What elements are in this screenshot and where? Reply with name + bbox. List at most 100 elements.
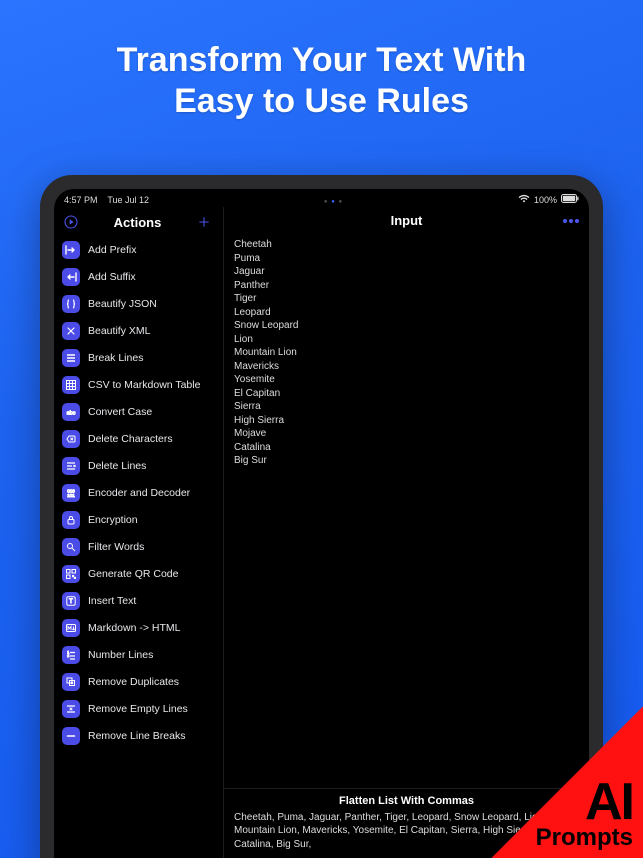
sidebar-item-label: Remove Empty Lines xyxy=(88,703,188,715)
input-line: Yosemite xyxy=(234,373,579,387)
sidebar: Actions Add Prefix Add Suffix Beautify JSO… xyxy=(54,207,224,858)
action-list: Add Prefix Add Suffix Beautify JSON Beautif… xyxy=(54,237,223,858)
sidebar-item-label: Encryption xyxy=(88,514,138,526)
empty-x-icon xyxy=(62,700,80,718)
add-action-icon[interactable] xyxy=(195,213,213,231)
table-icon xyxy=(62,376,80,394)
screen: 4:57 PM Tue Jul 12 ● ● ● 100% xyxy=(54,189,589,858)
sidebar-item[interactable]: Break Lines xyxy=(54,345,223,372)
result-body: Cheetah, Puma, Jaguar, Panther, Tiger, L… xyxy=(234,811,579,852)
marketing-headline: Transform Your Text With Easy to Use Rul… xyxy=(0,40,643,122)
sidebar-item[interactable]: abc Convert Case xyxy=(54,399,223,426)
svg-text:abc: abc xyxy=(67,411,76,417)
headline-line-1: Transform Your Text With xyxy=(117,41,527,79)
insert-icon: T xyxy=(62,592,80,610)
sidebar-item[interactable]: Add Suffix xyxy=(54,264,223,291)
more-icon[interactable] xyxy=(561,219,579,223)
m-down-icon xyxy=(62,619,80,637)
lines-icon xyxy=(62,349,80,367)
input-line: Panther xyxy=(234,279,579,293)
input-line: Sierra xyxy=(234,400,579,414)
sidebar-item-label: Add Suffix xyxy=(88,271,136,283)
sidebar-item-label: Delete Characters xyxy=(88,433,173,445)
input-line: Snow Leopard xyxy=(234,319,579,333)
arrow-right-bar-icon xyxy=(62,241,80,259)
sidebar-item[interactable]: 12 Number Lines xyxy=(54,642,223,669)
sidebar-item[interactable]: CSV to Markdown Table xyxy=(54,372,223,399)
sidebar-item-label: Insert Text xyxy=(88,595,136,607)
braces-icon xyxy=(62,295,80,313)
sidebar-item-label: Markdown -> HTML xyxy=(88,622,180,634)
delete-char-icon xyxy=(62,430,80,448)
sidebar-item-label: Remove Duplicates xyxy=(88,676,179,688)
qrcode-icon xyxy=(62,565,80,583)
svg-text:101: 101 xyxy=(67,493,75,498)
status-date: Tue Jul 12 xyxy=(107,195,149,205)
sidebar-item-label: Generate QR Code xyxy=(88,568,178,580)
headline-line-2: Easy to Use Rules xyxy=(0,81,643,122)
sidebar-item-label: Break Lines xyxy=(88,352,143,364)
input-line: Tiger xyxy=(234,292,579,306)
input-line: Leopard xyxy=(234,306,579,320)
input-text-area[interactable]: CheetahPumaJaguarPantherTigerLeopardSnow… xyxy=(224,234,589,788)
sidebar-item[interactable]: Filter Words xyxy=(54,534,223,561)
sidebar-item-label: Beautify JSON xyxy=(88,298,157,310)
input-line: Puma xyxy=(234,252,579,266)
device-frame: 4:57 PM Tue Jul 12 ● ● ● 100% xyxy=(40,175,603,858)
input-line: Mountain Lion xyxy=(234,346,579,360)
input-line: El Capitan xyxy=(234,387,579,401)
result-title: Flatten List With Commas xyxy=(234,795,579,807)
run-icon[interactable] xyxy=(62,213,80,231)
sidebar-item-label: Number Lines xyxy=(88,649,153,661)
wifi-icon xyxy=(518,194,530,205)
binary-icon: 010101 xyxy=(62,484,80,502)
sidebar-item[interactable]: Beautify JSON xyxy=(54,291,223,318)
input-line: Mojave xyxy=(234,427,579,441)
sidebar-item-label: CSV to Markdown Table xyxy=(88,379,200,391)
svg-text:T: T xyxy=(69,599,73,605)
result-section: Flatten List With Commas Cheetah, Puma, … xyxy=(224,788,589,858)
sidebar-item-label: Remove Line Breaks xyxy=(88,730,185,742)
sidebar-item[interactable]: T Insert Text xyxy=(54,588,223,615)
minus-icon xyxy=(62,727,80,745)
sidebar-item-label: Filter Words xyxy=(88,541,144,553)
sidebar-item[interactable]: Encryption xyxy=(54,507,223,534)
sidebar-item-label: Beautify XML xyxy=(88,325,150,337)
dup-x-icon xyxy=(62,673,80,691)
sidebar-item-label: Encoder and Decoder xyxy=(88,487,190,499)
sidebar-item[interactable]: Delete Characters xyxy=(54,426,223,453)
multitask-dots-icon: ● ● ● xyxy=(324,199,343,205)
sidebar-item[interactable]: Add Prefix xyxy=(54,237,223,264)
input-line: High Sierra xyxy=(234,414,579,428)
abc-icon: abc xyxy=(62,403,80,421)
sidebar-title: Actions xyxy=(114,215,162,230)
main-title: Input xyxy=(252,213,561,228)
input-line: Big Sur xyxy=(234,454,579,468)
filter-icon xyxy=(62,538,80,556)
number-list-icon: 12 xyxy=(62,646,80,664)
arrow-left-bar-icon xyxy=(62,268,80,286)
lock-icon xyxy=(62,511,80,529)
status-bar: 4:57 PM Tue Jul 12 ● ● ● 100% xyxy=(54,189,589,207)
sidebar-item-label: Delete Lines xyxy=(88,460,146,472)
sidebar-item[interactable]: Beautify XML xyxy=(54,318,223,345)
sidebar-item[interactable]: Remove Empty Lines xyxy=(54,696,223,723)
input-line: Cheetah xyxy=(234,238,579,252)
sidebar-item[interactable]: 010101 Encoder and Decoder xyxy=(54,480,223,507)
svg-text:2: 2 xyxy=(67,654,69,658)
sidebar-item[interactable]: Delete Lines xyxy=(54,453,223,480)
battery-icon xyxy=(561,194,579,205)
battery-percent: 100% xyxy=(534,195,557,205)
input-line: Mavericks xyxy=(234,360,579,374)
main-pane: Input CheetahPumaJaguarPantherTigerLeopa… xyxy=(224,207,589,858)
sidebar-item[interactable]: Remove Line Breaks xyxy=(54,723,223,750)
delete-lines-icon xyxy=(62,457,80,475)
sidebar-item-label: Convert Case xyxy=(88,406,152,418)
sidebar-item[interactable]: Markdown -> HTML xyxy=(54,615,223,642)
sidebar-item-label: Add Prefix xyxy=(88,244,136,256)
input-line: Lion xyxy=(234,333,579,347)
tag-icon xyxy=(62,322,80,340)
sidebar-item[interactable]: Generate QR Code xyxy=(54,561,223,588)
input-line: Catalina xyxy=(234,441,579,455)
sidebar-item[interactable]: Remove Duplicates xyxy=(54,669,223,696)
